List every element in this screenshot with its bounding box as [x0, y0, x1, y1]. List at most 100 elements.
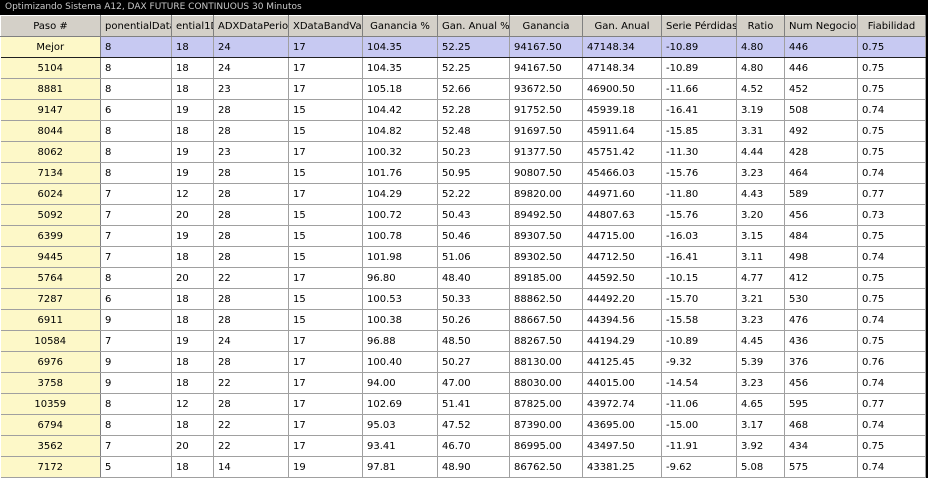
column-header-12[interactable]: Fiabilidad [857, 15, 926, 37]
table-row[interactable]: 6794 8 18 22 17 95.03 47.52 87390.00 43695.00 -15… [0, 414, 926, 436]
column-header-2[interactable]: ential1Da [171, 15, 214, 37]
table-cell: 93.41 [362, 435, 438, 457]
column-header-3[interactable]: ADXDataPeriod [213, 15, 289, 37]
table-row[interactable]: 3562 7 20 22 17 93.41 46.70 86995.00 43497.50 -11… [0, 435, 926, 457]
table-cell: -15.58 [661, 309, 737, 331]
table-cell: 18 [171, 456, 214, 478]
column-header-8[interactable]: Gan. Anual [582, 15, 662, 37]
table-row[interactable]: 5092 7 20 28 15 100.72 50.43 89492.50 44807.63 -1… [0, 204, 926, 226]
row-header-cell[interactable]: 7287 [0, 288, 101, 310]
table-row[interactable]: 7134 8 19 28 15 101.76 50.95 90807.50 45466.03 -1… [0, 162, 926, 184]
table-cell: 7 [100, 246, 172, 268]
table-cell: 104.42 [362, 99, 438, 121]
table-cell: 0.75 [857, 267, 926, 289]
table-row[interactable]: 10359 8 12 28 17 102.69 51.41 87825.00 43972.74-… [0, 393, 926, 415]
table-cell: 43972.74 [582, 393, 662, 415]
row-header-cell[interactable]: 6976 [0, 351, 101, 373]
table-cell: 43497.50 [582, 435, 662, 457]
table-row[interactable]: 8881 8 18 23 17 105.18 52.66 93672.50 46900.50 -1… [0, 78, 926, 100]
table-row[interactable]: 6911 9 18 28 15 100.38 50.26 88667.50 44394.56 -1… [0, 309, 926, 331]
column-header-11[interactable]: Num Negocios [784, 15, 858, 37]
table-cell: 446 [784, 36, 858, 58]
row-header-cell[interactable]: 5104 [0, 57, 101, 79]
table-cell: -10.15 [661, 267, 737, 289]
table-cell: 0.75 [857, 141, 926, 163]
table-row[interactable]: 5764 8 20 22 17 96.80 48.40 89185.00 44592.50 -10… [0, 267, 926, 289]
best-row[interactable]: Mejor 8 18 24 17 104.35 52.25 94167.50 47148.34-… [0, 36, 926, 58]
results-grid[interactable]: Paso #ponentialDataFential1DaADXDataPeri… [0, 15, 926, 478]
table-row[interactable]: 6024 7 12 28 17 104.29 52.22 89820.00 44971.60 -1… [0, 183, 926, 205]
table-row[interactable]: 3758 9 18 22 17 94.00 47.00 88030.00 44015.00 -14… [0, 372, 926, 394]
table-cell: 94167.50 [509, 57, 583, 79]
table-cell: -10.89 [661, 57, 737, 79]
row-header-cell[interactable]: 8062 [0, 141, 101, 163]
table-cell: 0.75 [857, 78, 926, 100]
row-header-cell[interactable]: 8881 [0, 78, 101, 100]
column-header-6[interactable]: Gan. Anual % [437, 15, 510, 37]
table-cell: -16.41 [661, 99, 737, 121]
row-header-cell[interactable]: 3562 [0, 435, 101, 457]
row-header-cell[interactable]: 10584 [0, 330, 101, 352]
table-cell: 52.66 [437, 78, 510, 100]
table-cell: 50.33 [437, 288, 510, 310]
table-row[interactable]: 8044 8 18 28 15 104.82 52.48 91697.50 45911.64 -1… [0, 120, 926, 142]
row-header-cell[interactable]: 7172 [0, 456, 101, 478]
row-header-cell[interactable]: 8044 [0, 120, 101, 142]
table-cell: 17 [288, 141, 363, 163]
table-cell: 7 [100, 225, 172, 247]
column-header-9[interactable]: Serie Pérdidas [661, 15, 737, 37]
table-row[interactable]: 8062 8 19 23 17 100.32 50.23 91377.50 45751.42 -1… [0, 141, 926, 163]
column-header-1[interactable]: ponentialDataF [100, 15, 172, 37]
column-header-10[interactable]: Ratio [736, 15, 785, 37]
table-cell: 4.80 [736, 36, 785, 58]
table-row[interactable]: 6976 9 18 28 17 100.40 50.27 88130.00 44125.45 -9… [0, 351, 926, 373]
row-header-cell[interactable]: 5764 [0, 267, 101, 289]
row-header-cell[interactable]: 6399 [0, 225, 101, 247]
table-cell: 28 [213, 225, 289, 247]
table-row[interactable]: 6399 7 19 28 15 100.78 50.46 89307.50 44715.00 -1… [0, 225, 926, 247]
table-cell: 19 [171, 141, 214, 163]
table-row[interactable]: 10584 7 19 24 17 96.88 48.50 88267.50 44194.29 -1… [0, 330, 926, 352]
table-cell: 23 [213, 141, 289, 163]
row-header-cell[interactable]: 5092 [0, 204, 101, 226]
row-header-cell[interactable]: Mejor [0, 36, 101, 58]
table-cell: 22 [213, 267, 289, 289]
table-cell: 468 [784, 414, 858, 436]
table-row[interactable]: 5104 8 18 24 17 104.35 52.25 94167.50 47148.34 -1… [0, 57, 926, 79]
column-header-5[interactable]: Ganancia % [362, 15, 438, 37]
table-cell: 498 [784, 246, 858, 268]
table-cell: 4.44 [736, 141, 785, 163]
table-row[interactable]: 7287 6 18 28 15 100.53 50.33 88862.50 44492.20 -1… [0, 288, 926, 310]
table-row[interactable]: 9147 6 19 28 15 104.42 52.28 91752.50 45939.18 -1… [0, 99, 926, 121]
column-header-7[interactable]: Ganancia [509, 15, 583, 37]
table-cell: 19 [288, 456, 363, 478]
table-cell: -10.89 [661, 36, 737, 58]
table-cell: 4.77 [736, 267, 785, 289]
table-cell: 0.74 [857, 162, 926, 184]
table-cell: 91377.50 [509, 141, 583, 163]
table-cell: -10.89 [661, 330, 737, 352]
table-cell: 45466.03 [582, 162, 662, 184]
table-cell: 50.23 [437, 141, 510, 163]
table-cell: 50.26 [437, 309, 510, 331]
table-cell: 9 [100, 351, 172, 373]
table-cell: 8 [100, 393, 172, 415]
row-header-cell[interactable]: 7134 [0, 162, 101, 184]
row-header-cell[interactable]: 6911 [0, 309, 101, 331]
row-header-cell[interactable]: 10359 [0, 393, 101, 415]
table-row[interactable]: 7172 5 18 14 19 97.81 48.90 86762.50 43381.25 -9.… [0, 456, 926, 478]
table-cell: 0.74 [857, 99, 926, 121]
table-cell: 28 [213, 183, 289, 205]
row-header-cell[interactable]: 6024 [0, 183, 101, 205]
table-row[interactable]: 9445 7 18 28 15 101.98 51.06 89302.50 44712.50 -1… [0, 246, 926, 268]
row-header-cell[interactable]: 9147 [0, 99, 101, 121]
table-cell: 15 [288, 99, 363, 121]
column-header-0[interactable]: Paso # [0, 15, 101, 37]
table-cell: 47148.34 [582, 57, 662, 79]
table-cell: -11.06 [661, 393, 737, 415]
row-header-cell[interactable]: 3758 [0, 372, 101, 394]
column-header-4[interactable]: XDataBandVal [288, 15, 363, 37]
table-cell: 12 [171, 393, 214, 415]
row-header-cell[interactable]: 9445 [0, 246, 101, 268]
row-header-cell[interactable]: 6794 [0, 414, 101, 436]
